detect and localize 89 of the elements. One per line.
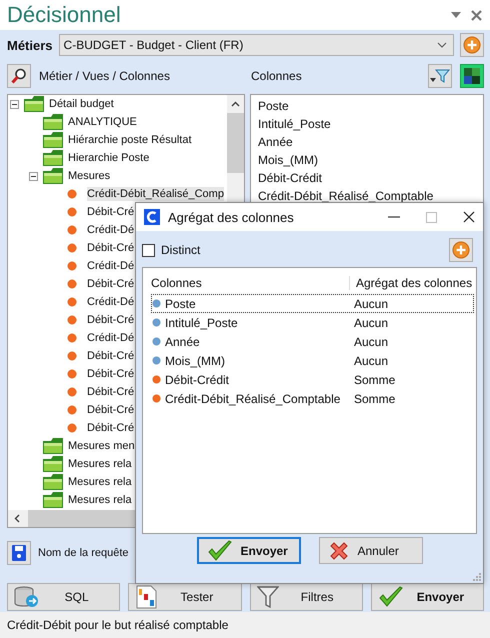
cross-icon — [328, 540, 350, 562]
tree-item[interactable]: Débit-Cré — [87, 277, 134, 291]
tree-item[interactable]: Débit-Cré — [87, 421, 134, 435]
metiers-dropdown[interactable]: C-BUDGET - Budget - Client (FR) — [58, 34, 454, 56]
tree-item[interactable]: Crédit-Débit_Réalisé_Comp — [87, 187, 224, 201]
add-button[interactable] — [460, 33, 484, 57]
tree-item[interactable]: Crédit-Dé — [87, 223, 134, 237]
tree-item[interactable]: Débit-Cré — [87, 205, 134, 219]
table-row[interactable]: Année Aucun — [151, 332, 474, 351]
metiers-label: Métiers — [7, 38, 53, 52]
folder-icon — [42, 437, 64, 455]
tree-panel-label: Métier / Vues / Colonnes — [39, 69, 171, 83]
folder-icon — [42, 167, 64, 185]
tree-item[interactable]: Hierarchie Poste — [68, 151, 150, 165]
scroll-left-icon[interactable] — [14, 514, 20, 523]
search-button[interactable] — [7, 64, 31, 88]
database-icon — [14, 585, 40, 609]
folder-icon — [42, 455, 64, 473]
table-row[interactable]: Débit-Crédit Somme — [151, 370, 474, 389]
tree-item[interactable]: Crédit-Dé — [87, 259, 134, 273]
tree-item[interactable]: Débit-Cré — [87, 241, 134, 255]
tree-item[interactable]: Mesures men — [68, 439, 135, 453]
tree-item[interactable]: Débit-Cré — [87, 385, 134, 399]
folder-icon — [42, 149, 64, 167]
column-item[interactable]: Année — [258, 133, 476, 151]
action-button[interactable]: Filtres — [250, 583, 363, 611]
distinct-label: Distinct — [161, 243, 202, 257]
dimension-icon — [152, 318, 161, 327]
tree-item[interactable]: Hiérarchie poste Résultat — [68, 133, 192, 147]
dropdown-icon[interactable] — [451, 12, 461, 18]
distinct-checkbox[interactable] — [142, 244, 155, 256]
checkmark-icon — [206, 540, 232, 562]
scrollbar-thumb[interactable] — [227, 113, 244, 173]
dialog-button[interactable]: Annuler — [318, 537, 422, 564]
folder-icon — [42, 491, 64, 509]
folder-icon — [42, 473, 64, 491]
chevron-down-icon[interactable] — [437, 42, 447, 48]
window-title: Décisionnel — [7, 2, 122, 28]
tree-item[interactable]: Crédit-Dé — [87, 331, 134, 345]
collapse-toggle[interactable] — [10, 100, 19, 108]
columns-panel-label: Colonnes — [251, 69, 303, 83]
dimension-icon — [152, 299, 161, 308]
status-bar: Crédit-Débit pour le but réalisé comptable — [0, 612, 490, 638]
close-icon[interactable] — [463, 211, 475, 223]
table-row[interactable]: Crédit-Débit_Réalisé_Comptable Somme — [151, 389, 474, 408]
action-button[interactable]: SQL — [7, 583, 120, 611]
tree-item[interactable]: Crédit-Dé — [87, 295, 134, 309]
save-button[interactable] — [7, 541, 31, 565]
folder-icon — [42, 113, 64, 131]
tree-item[interactable]: Débit-Cré — [87, 367, 134, 381]
collapse-toggle[interactable] — [29, 172, 38, 180]
dialog-button[interactable]: Envoyer — [196, 537, 300, 564]
measure-icon — [152, 394, 161, 403]
column-header[interactable]: Agrégat des colonnes — [350, 276, 472, 290]
measure-icon — [152, 375, 161, 384]
resize-grip[interactable] — [472, 572, 481, 581]
checkmark-icon — [378, 586, 404, 608]
puzzle-button[interactable] — [460, 64, 484, 88]
tree-item[interactable]: Mesures rela — [68, 475, 132, 489]
tree-item[interactable]: Mesures rela — [68, 457, 132, 471]
tree-item[interactable]: Mesures — [68, 169, 110, 183]
column-item[interactable]: Poste — [258, 97, 476, 115]
column-item[interactable]: Intitulé_Poste — [258, 115, 476, 133]
scroll-up-icon[interactable] — [231, 101, 240, 107]
column-header[interactable]: Colonnes — [143, 276, 350, 290]
filter-button[interactable] — [428, 64, 452, 88]
query-name-label: Nom de la requête — [38, 547, 128, 559]
folder-icon — [23, 95, 45, 113]
tree-item[interactable]: ANALYTIQUE — [68, 115, 137, 129]
folder-icon — [42, 131, 64, 149]
column-item[interactable]: Débit-Crédit — [258, 169, 476, 187]
action-button[interactable]: Tester — [128, 583, 242, 611]
app-icon — [144, 209, 160, 225]
tree-item[interactable]: Débit-Cré — [87, 349, 134, 363]
tree-item[interactable]: Débit-Cré — [87, 403, 134, 417]
dialog-title: Agrégat des colonnes — [168, 210, 295, 224]
tree-item[interactable]: Détail budget — [49, 97, 114, 111]
table-row[interactable]: Poste Aucun — [151, 294, 474, 313]
column-item[interactable]: Mois_(MM) — [258, 151, 476, 169]
funnel-icon — [256, 585, 278, 609]
column-item[interactable]: Crédit-Débit_Réalisé_Comptable — [258, 187, 476, 205]
dimension-icon — [152, 356, 161, 365]
tree-item[interactable]: Mesures rela — [68, 493, 132, 507]
table-row[interactable]: Intitulé_Poste Aucun — [151, 313, 474, 332]
tree-item[interactable]: Débit-Cré — [87, 313, 134, 327]
dimension-icon — [152, 337, 161, 346]
add-button[interactable] — [449, 238, 473, 262]
table-row[interactable]: Mois_(MM) Aucun — [151, 351, 474, 370]
action-button[interactable]: Envoyer — [370, 583, 484, 611]
